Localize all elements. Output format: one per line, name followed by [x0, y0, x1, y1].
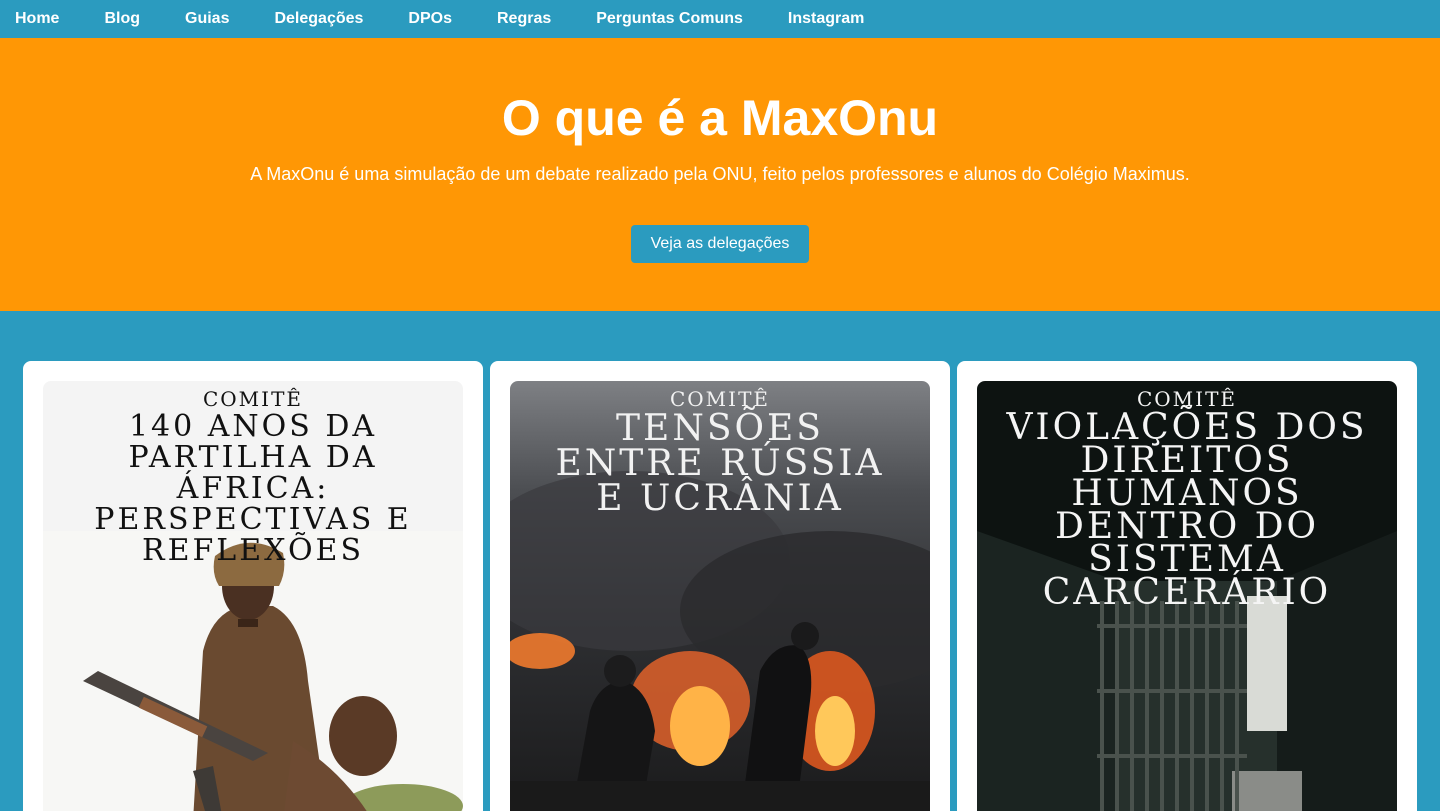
- hero-title: O que é a MaxOnu: [501, 90, 939, 146]
- committee-card-africa[interactable]: COMITÊ 140 ANOS DA PARTILHA DA ÁFRICA: P…: [23, 361, 483, 811]
- nav-home[interactable]: Home: [15, 10, 59, 28]
- committee-poster-prison-system: COMITÊ VIOLAÇÕES DOS DIREITOS HUMANOS DE…: [977, 381, 1397, 811]
- committee-cards: COMITÊ 140 ANOS DA PARTILHA DA ÁFRICA: P…: [0, 311, 1440, 811]
- see-delegations-button[interactable]: Veja as delegações: [631, 225, 809, 263]
- committee-label: COMITÊ: [202, 387, 304, 411]
- nav-dpos[interactable]: DPOs: [408, 10, 452, 28]
- committee-title: TENSÕES ENTRE RÚSSIA E UCRÂNIA: [555, 408, 885, 519]
- committee-poster-russia-ukraine: COMITÊ TENSÕES ENTRE RÚSSIA E UCRÂNIA: [510, 381, 930, 811]
- hero-subtitle: A MaxOnu é uma simulação de um debate re…: [250, 164, 1190, 184]
- nav-regras[interactable]: Regras: [497, 10, 551, 28]
- committee-title: VIOLAÇÕES DOS DIREITOS HUMANOS DENTRO DO…: [1006, 407, 1368, 613]
- nav-guias[interactable]: Guias: [185, 10, 229, 28]
- top-navigation: Home Blog Guias Delegações DPOs Regras P…: [0, 0, 1440, 38]
- committee-card-russia-ukraine[interactable]: COMITÊ TENSÕES ENTRE RÚSSIA E UCRÂNIA: [490, 361, 950, 811]
- nav-blog[interactable]: Blog: [104, 10, 140, 28]
- nav-instagram[interactable]: Instagram: [788, 10, 864, 28]
- nav-delegacoes[interactable]: Delegações: [274, 10, 363, 28]
- nav-perguntas-comuns[interactable]: Perguntas Comuns: [596, 10, 743, 28]
- committee-poster-africa: COMITÊ 140 ANOS DA PARTILHA DA ÁFRICA: P…: [43, 381, 463, 811]
- committee-card-prison-system[interactable]: COMITÊ VIOLAÇÕES DOS DIREITOS HUMANOS DE…: [957, 361, 1417, 811]
- committee-title: 140 ANOS DA PARTILHA DA ÁFRICA: PERSPECT…: [94, 409, 412, 568]
- hero-section: O que é a MaxOnu A MaxOnu é uma simulaçã…: [0, 38, 1440, 311]
